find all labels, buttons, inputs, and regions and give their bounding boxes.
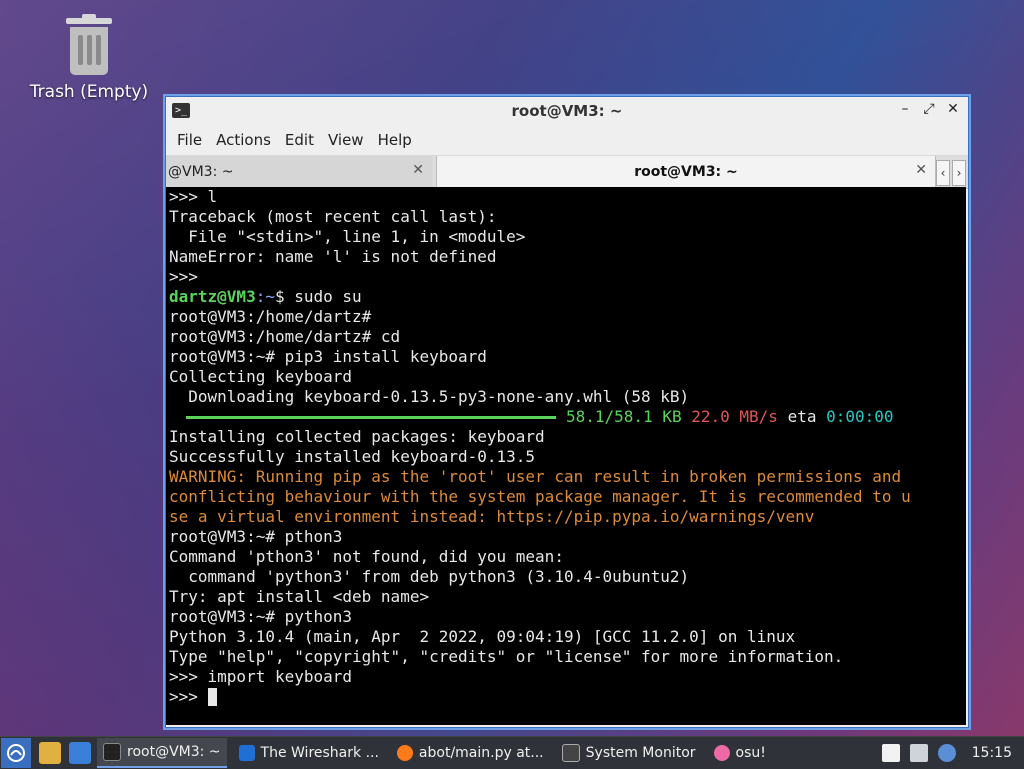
download-progress-bar	[186, 416, 556, 419]
update-notifier-icon[interactable]	[937, 744, 956, 762]
terminal-line: Type "help", "copyright", "credits" or "…	[169, 647, 844, 666]
terminal-line: File "<stdin>", line 1, in <module>	[169, 227, 526, 246]
terminal-line: dartz@VM3:~$ sudo su	[169, 287, 966, 307]
clock[interactable]: 15:15	[972, 745, 1012, 761]
prompt-command: $ sudo su	[274, 287, 362, 306]
terminal-line: root@VM3:/home/dartz#	[169, 307, 372, 326]
menu-bar: File Actions Edit View Help	[166, 125, 968, 156]
terminal-line: root@VM3:~# pip3 install keyboard	[169, 347, 487, 366]
maximize-icon[interactable]: ⤢	[922, 101, 936, 117]
terminal-line: Python 3.10.4 (main, Apr 2 2022, 09:04:1…	[169, 627, 796, 646]
progress-eta: 0:00:00	[826, 407, 894, 426]
terminal-line: Command 'pthon3' not found, did you mean…	[169, 547, 564, 566]
terminal-line: NameError: name 'l' is not defined	[169, 247, 497, 266]
progress-speed: 22.0 MB/s	[691, 407, 778, 426]
tab-2-label: root@VM3: ~	[634, 164, 738, 180]
terminal-app-icon[interactable]: >_	[172, 103, 190, 118]
terminal-line: command 'python3' from deb python3 (3.10…	[169, 567, 690, 586]
text-cursor	[207, 688, 217, 706]
prompt-user: dartz@VM3	[169, 287, 256, 306]
trash-desktop-icon[interactable]: Trash (Empty)	[26, 14, 152, 102]
terminal-line: Try: apt install <deb name>	[169, 587, 430, 606]
show-desktop-icon[interactable]	[69, 742, 91, 764]
download-progress-line: 58.1/58.1 KB 22.0 MB/s eta 0:00:00	[169, 407, 966, 427]
progress-eta-label: eta	[787, 407, 817, 426]
python-prompt: >>>	[169, 687, 208, 706]
menu-file[interactable]: File	[170, 131, 209, 149]
terminal-line: root@VM3:~# pthon3	[169, 527, 343, 546]
file-manager-icon[interactable]	[39, 742, 61, 764]
terminal-line: Installing collected packages: keyboard	[169, 427, 545, 446]
taskbar-item-label: The Wireshark ...	[260, 745, 379, 761]
clipboard-icon[interactable]	[881, 744, 900, 762]
menu-view[interactable]: View	[321, 131, 371, 149]
terminal-line: >>> l	[169, 187, 218, 206]
taskbar-item-label: abot/main.py at...	[418, 745, 544, 761]
trash-icon	[62, 14, 116, 78]
warning-line: WARNING: Running pip as the 'root' user …	[169, 467, 902, 486]
firefox-icon	[396, 745, 413, 761]
prompt-path: :~	[255, 287, 275, 306]
warning-line: se a virtual environment instead: https:…	[169, 507, 815, 526]
start-menu-button[interactable]	[1, 738, 31, 768]
terminal-output[interactable]: >>> l Traceback (most recent call last):…	[166, 187, 966, 725]
lubuntu-logo-icon	[7, 744, 25, 762]
tab-1[interactable]: @VM3: ~ ✕	[166, 156, 432, 188]
menu-edit[interactable]: Edit	[278, 131, 321, 149]
window-title: root@VM3: ~	[511, 102, 623, 120]
terminal-line: root@VM3:~# python3	[169, 607, 353, 626]
osu-icon	[713, 745, 730, 761]
wireshark-icon	[238, 745, 255, 761]
taskbar-item-firefox[interactable]: abot/main.py at...	[391, 738, 550, 768]
minimize-icon[interactable]: –	[898, 101, 912, 117]
tab-scroll-right-icon[interactable]: ›	[952, 160, 966, 186]
taskbar-item-wireshark[interactable]: The Wireshark ...	[233, 738, 385, 768]
terminal-icon	[103, 743, 121, 761]
tab-1-label: @VM3: ~	[168, 164, 234, 180]
taskbar-item-system-monitor[interactable]: System Monitor	[556, 738, 702, 768]
close-icon[interactable]: ✕	[946, 101, 960, 117]
taskbar: root@VM3: ~ The Wireshark ... abot/main.…	[0, 736, 1024, 769]
system-tray: 15:15	[881, 744, 1024, 762]
taskbar-item-osu[interactable]: osu!	[708, 738, 772, 768]
taskbar-item-terminal[interactable]: root@VM3: ~	[97, 738, 227, 768]
terminal-line: Successfully installed keyboard-0.13.5	[169, 447, 536, 466]
tab-bar: @VM3: ~ ✕ root@VM3: ~ ✕ ‹ ›	[166, 156, 968, 189]
window-titlebar[interactable]: >_ root@VM3: ~ – ⤢ ✕	[166, 97, 968, 125]
tab-2[interactable]: root@VM3: ~ ✕	[436, 156, 936, 188]
taskbar-item-label: osu!	[735, 745, 766, 761]
trash-label: Trash (Empty)	[29, 82, 149, 102]
terminal-line: Traceback (most recent call last):	[169, 207, 497, 226]
system-monitor-icon	[561, 744, 580, 762]
terminal-prompt-line[interactable]: >>>	[169, 687, 966, 707]
tab-scroll-left-icon[interactable]: ‹	[936, 160, 950, 186]
terminal-line: >>>	[169, 267, 198, 286]
terminal-line: root@VM3:/home/dartz# cd	[169, 327, 401, 346]
terminal-line: Downloading keyboard-0.13.5-py3-none-any…	[169, 387, 690, 406]
tab-close-icon[interactable]: ✕	[915, 162, 927, 178]
terminal-window[interactable]: >_ root@VM3: ~ – ⤢ ✕ File Actions Edit V…	[165, 96, 969, 728]
menu-help[interactable]: Help	[371, 131, 419, 149]
progress-size: 58.1/58.1 KB	[566, 407, 682, 426]
terminal-line: >>> import keyboard	[169, 667, 353, 686]
network-icon[interactable]	[909, 744, 928, 762]
menu-actions[interactable]: Actions	[209, 131, 278, 149]
taskbar-item-label: System Monitor	[585, 745, 696, 761]
terminal-line: Collecting keyboard	[169, 367, 353, 386]
warning-line: conflicting behaviour with the system pa…	[169, 487, 911, 506]
tab-close-icon[interactable]: ✕	[412, 162, 424, 178]
taskbar-item-label: root@VM3: ~	[127, 744, 221, 760]
